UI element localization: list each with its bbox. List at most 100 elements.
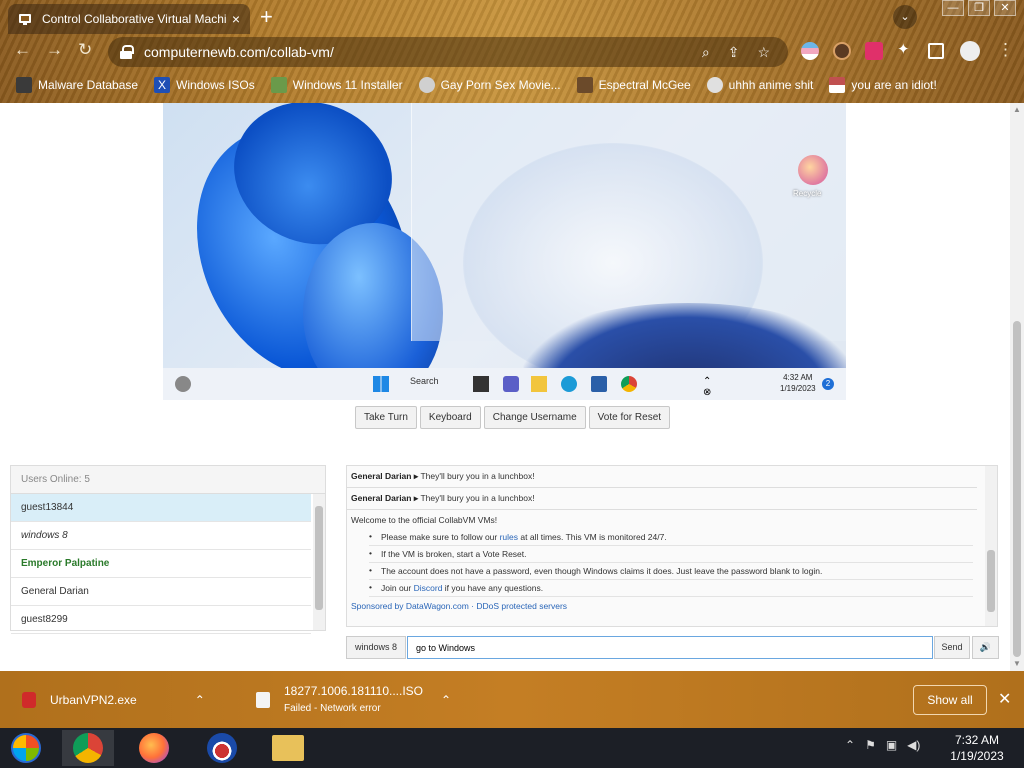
bookmark-item[interactable]: Espectral McGee: [576, 77, 691, 93]
profile-icon[interactable]: [960, 41, 980, 61]
flag-extension-icon[interactable]: [801, 42, 819, 60]
chat-scrollbar-thumb[interactable]: [987, 550, 995, 612]
action-center-flag-icon[interactable]: ⚑: [865, 738, 876, 752]
vm-weather-icon[interactable]: [175, 376, 191, 392]
bookmark-item[interactable]: X Windows ISOs: [154, 77, 255, 93]
users-scrollbar-thumb[interactable]: [315, 506, 323, 610]
bookmark-item[interactable]: Malware Database: [16, 77, 138, 93]
taskbar-clock[interactable]: 7:32 AM 1/19/2023: [944, 732, 1010, 764]
close-downloads-icon[interactable]: ✕: [998, 689, 1011, 709]
chevron-up-icon[interactable]: ⌃: [441, 693, 451, 707]
vm-search-label[interactable]: Search: [410, 376, 439, 386]
obama-taskbar-icon[interactable]: [196, 730, 248, 766]
vm-start-icon[interactable]: [373, 376, 389, 392]
page-scrollbar-thumb[interactable]: [1013, 321, 1021, 657]
new-tab-button[interactable]: +: [260, 6, 273, 28]
vm-store-icon[interactable]: [591, 376, 607, 392]
vm-chrome-icon[interactable]: [621, 376, 637, 392]
sponsor-link[interactable]: Sponsored by DataWagon.com · DDoS protec…: [351, 597, 973, 611]
download-item[interactable]: 18277.1006.181110....ISO Failed - Networ…: [256, 671, 451, 728]
chat-input[interactable]: [407, 636, 933, 659]
chrome-taskbar-icon[interactable]: [62, 730, 114, 766]
puzzle-red-extension-icon[interactable]: [865, 42, 883, 60]
download-status: Failed - Network error: [284, 702, 381, 714]
page-scrollbar[interactable]: ▲ ▼: [1010, 103, 1024, 671]
browser-tab[interactable]: Control Collaborative Virtual Machine ×: [8, 4, 250, 34]
vm-screen[interactable]: Recycle Search ⌃ ⊗ ▭ ◀ 4:32 AM 1/19/2023…: [163, 103, 846, 400]
scroll-up-arrow-icon[interactable]: ▲: [1013, 105, 1021, 114]
vm-edge-icon[interactable]: [561, 376, 577, 392]
bookmark-item[interactable]: Gay Porn Sex Movie...: [418, 77, 561, 93]
download-item[interactable]: UrbanVPN2.exe ⌃: [22, 671, 205, 728]
url-text[interactable]: computernewb.com/collab-vm/: [144, 44, 702, 60]
address-bar[interactable]: computernewb.com/collab-vm/ ⌕ ⇪ ☆: [108, 37, 788, 67]
scroll-down-arrow-icon[interactable]: ▼: [1013, 659, 1021, 668]
share-icon[interactable]: ⇪: [728, 44, 740, 61]
chat-message-text: They'll bury you in a lunchbox!: [420, 471, 535, 481]
windows-taskbar: ⌃ ⚑ ▣ ◀) 7:32 AM 1/19/2023: [0, 728, 1024, 768]
send-button[interactable]: Send: [934, 636, 970, 659]
rule-item: If the VM is broken, start a Vote Reset.: [369, 546, 973, 563]
tab-search-chevron-icon[interactable]: ⌄: [893, 5, 917, 29]
system-tray: ⌃ ⚑ ▣ ◀): [845, 738, 920, 752]
users-online-header: Users Online: 5: [11, 466, 325, 494]
menu-kebab-icon[interactable]: ⋮: [997, 40, 1014, 60]
vm-chat-icon[interactable]: [503, 376, 519, 392]
welcome-message: Welcome to the official CollabVM VMs! Pl…: [347, 510, 977, 611]
user-list-item[interactable]: Emperor Palpatine: [11, 550, 311, 578]
vm-taskview-icon[interactable]: [473, 376, 489, 392]
volume-icon[interactable]: 🔊: [972, 636, 999, 659]
file-explorer-taskbar-icon[interactable]: [262, 730, 314, 766]
extensions-icon[interactable]: ✦: [897, 40, 915, 58]
vm-clock[interactable]: 4:32 AM 1/19/2023: [780, 372, 816, 394]
forward-arrow-icon[interactable]: →: [46, 40, 63, 60]
network-icon[interactable]: ▣: [886, 738, 897, 752]
vm-notification-badge[interactable]: 2: [822, 378, 834, 390]
chat-username-button[interactable]: windows 8: [346, 636, 406, 659]
chevron-up-icon[interactable]: ⌃: [195, 693, 205, 707]
avatar-extension-icon[interactable]: [833, 42, 851, 60]
x-icon: X: [154, 77, 171, 93]
vm-clock-time: 4:32 AM: [783, 373, 813, 382]
bookmark-item[interactable]: you are an idiot!: [829, 77, 937, 93]
user-list-item[interactable]: General Darian: [11, 578, 311, 606]
users-scrollbar[interactable]: [313, 494, 325, 630]
start-orb-icon[interactable]: [0, 730, 52, 766]
bookmark-item[interactable]: Windows 11 Installer: [270, 77, 403, 93]
chat-scrollbar[interactable]: [985, 466, 997, 626]
vm-controls: Take Turn Keyboard Change Username Vote …: [355, 406, 671, 429]
discord-link[interactable]: Discord: [414, 583, 443, 593]
firefox-taskbar-icon[interactable]: [128, 730, 180, 766]
keyboard-button[interactable]: Keyboard: [419, 406, 481, 429]
vm-tray-icons[interactable]: ⌃ ⊗ ▭ ◀: [703, 376, 719, 400]
side-panel-icon[interactable]: [928, 43, 944, 59]
tray-chevron-icon[interactable]: ⌃: [845, 738, 855, 752]
rules-link[interactable]: rules: [500, 532, 518, 542]
minimize-button[interactable]: —: [942, 0, 964, 16]
show-all-button[interactable]: Show all: [913, 685, 987, 715]
vm-taskbar: Search ⌃ ⊗ ▭ ◀ 4:32 AM 1/19/2023 2: [163, 368, 846, 400]
change-username-button[interactable]: Change Username: [483, 406, 586, 429]
exe-file-icon: [22, 691, 36, 708]
user-list-item[interactable]: guest8299: [11, 606, 311, 634]
back-arrow-icon[interactable]: ←: [14, 40, 31, 60]
rule-item: Join our Discord if you have any questio…: [369, 580, 973, 597]
volume-tray-icon[interactable]: ◀): [907, 738, 920, 752]
lock-icon[interactable]: [120, 45, 134, 59]
vm-explorer-icon[interactable]: [531, 376, 547, 392]
bookmarks-bar: Malware Database X Windows ISOs Windows 1…: [0, 72, 1024, 98]
reload-icon[interactable]: ↻: [78, 40, 92, 60]
bookmark-star-icon[interactable]: ☆: [757, 44, 770, 61]
user-list-item[interactable]: windows 8: [11, 522, 311, 550]
maximize-button[interactable]: ❐: [968, 0, 990, 16]
close-window-button[interactable]: ✕: [994, 0, 1016, 16]
chat-message: General Darian ▸ They'll bury you in a l…: [347, 466, 977, 488]
bookmark-item[interactable]: uhhh anime shit: [706, 77, 813, 93]
zoom-icon[interactable]: ⌕: [702, 44, 710, 61]
download-filename: UrbanVPN2.exe: [50, 692, 137, 707]
recycle-bin-icon[interactable]: [798, 155, 828, 185]
user-list-item[interactable]: guest13844: [11, 494, 311, 522]
vote-reset-button[interactable]: Vote for Reset: [588, 406, 671, 429]
take-turn-button[interactable]: Take Turn: [355, 406, 417, 429]
tab-close-icon[interactable]: ×: [232, 11, 240, 27]
